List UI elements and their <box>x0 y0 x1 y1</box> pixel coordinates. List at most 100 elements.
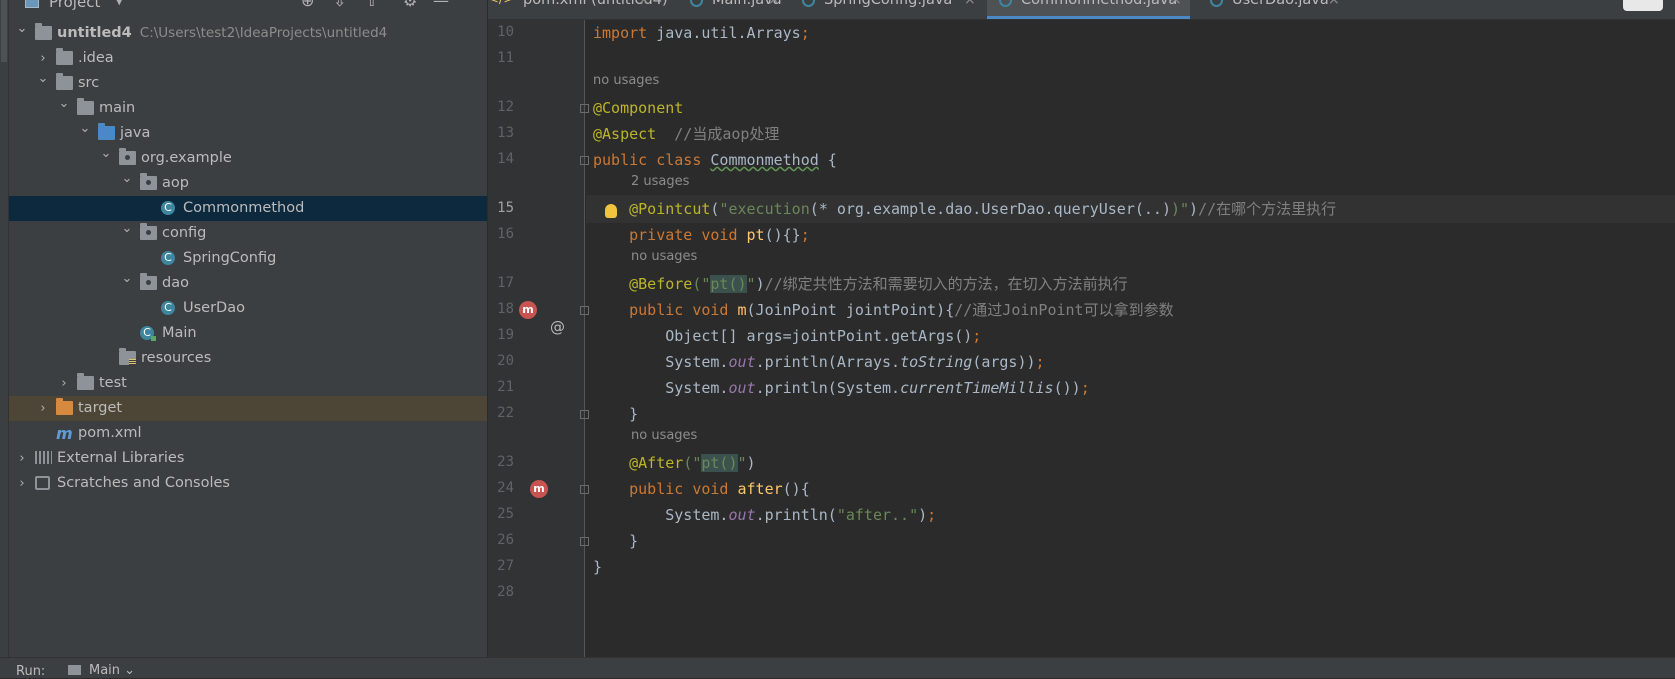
fold-icon[interactable] <box>580 156 589 165</box>
tree-item-dao[interactable]: ⌄ dao <box>9 271 487 296</box>
left-tool-strip <box>0 0 9 657</box>
tab-main-java[interactable]: Main.java × <box>678 0 788 19</box>
tab-pom-xml-untitled4-[interactable]: </>pom.xml (untitled4)× <box>488 0 668 19</box>
expand-all-icon[interactable]: ⇩ <box>333 0 346 10</box>
fold-icon[interactable] <box>580 306 589 315</box>
tree-item-resources[interactable]: resources <box>9 346 487 371</box>
tab-userdao-java[interactable]: UserDao.java × <box>1198 0 1348 19</box>
tree-item-springconfig[interactable]: C SpringConfig <box>9 246 487 271</box>
code-token: ; <box>1080 379 1090 397</box>
tree-item-main[interactable]: C Main <box>9 321 487 346</box>
code-token: out <box>728 379 756 397</box>
close-icon[interactable]: × <box>638 0 650 8</box>
code-line: public class Commonmethod { <box>593 147 837 174</box>
editor-gutter: 10 11 12 13 14 15 16 17 18 19 20 21 22 23 24 25 26 27 28 <box>488 20 585 657</box>
tree-item-java[interactable]: ⌄ java <box>9 121 487 146</box>
code-token: (" <box>683 454 702 472</box>
code-vision-hint[interactable]: no usages <box>593 73 659 88</box>
scratches-icon <box>35 476 50 490</box>
fold-icon[interactable] <box>580 485 589 494</box>
gear-icon[interactable]: ⚙ <box>403 0 417 10</box>
code-token: public class <box>593 151 711 169</box>
tree-item-test[interactable]: › test <box>9 371 487 396</box>
code-token: (* org.example.dao.UserDao.queryUser(..) <box>809 200 1171 218</box>
tree-item-text: .idea <box>78 50 114 66</box>
run-tab-label: Main <box>89 663 121 678</box>
tree-item-label: resources <box>141 346 211 371</box>
code-token: m <box>737 301 747 319</box>
code-editor[interactable]: import java.util.Arrays; no usages @Compon… <box>586 20 1675 657</box>
tree-item-pom-xml[interactable]: m pom.xml <box>9 421 487 446</box>
code-line: } <box>593 528 638 555</box>
lightbulb-icon[interactable] <box>605 204 617 218</box>
project-tool-button[interactable] <box>1 0 7 62</box>
project-panel: Project ▼ ⊕ ⇩ ⇧ ⚙ — ⌄ untitled4 C:\Users\t… <box>9 0 487 657</box>
line-number: 28 <box>497 584 514 600</box>
code-token: @Component <box>593 99 684 117</box>
chevron-down-icon[interactable]: ⌄ <box>57 91 71 116</box>
tree-item-scratches-and-consoles[interactable]: › Scratches and Consoles <box>9 471 487 496</box>
advice-marker-icon[interactable]: m <box>530 480 548 498</box>
tree-item-text: Scratches and Consoles <box>57 475 230 491</box>
chevron-down-icon[interactable]: ⌄ <box>99 141 113 166</box>
tree-item-text: resources <box>141 350 212 366</box>
code-line: import java.util.Arrays; <box>593 20 810 47</box>
fold-icon[interactable] <box>580 537 589 546</box>
tab-springconfig-java[interactable]: SpringConfig.java × <box>790 0 984 19</box>
code-vision-hint[interactable]: no usages <box>631 249 697 264</box>
package-icon <box>140 223 157 240</box>
chevron-down-icon[interactable]: ⌄ <box>78 116 92 141</box>
code-token: currentTimeMillis <box>900 379 1054 397</box>
tree-item-aop[interactable]: ⌄ aop <box>9 171 487 196</box>
chevron-down-icon[interactable]: ⌄ <box>15 16 29 41</box>
tree-item-text: test <box>99 375 127 391</box>
line-number: 18 <box>497 301 514 317</box>
code-token: ; <box>1035 353 1045 371</box>
fold-icon[interactable] <box>580 104 589 113</box>
code-vision-hint[interactable]: 2 usages <box>631 174 689 189</box>
advice-marker-icon[interactable]: m <box>519 301 537 319</box>
close-icon[interactable]: × <box>964 0 976 8</box>
class-icon: C <box>161 201 175 215</box>
locate-icon[interactable]: ⊕ <box>301 0 314 10</box>
project-path: C:\Users\test2\IdeaProjects\untitled4 <box>139 25 388 41</box>
tree-item-org-example[interactable]: ⌄ org.example <box>9 146 487 171</box>
class-icon <box>1210 0 1223 7</box>
close-icon[interactable]: × <box>768 0 780 8</box>
tree-item-userdao[interactable]: C UserDao <box>9 296 487 321</box>
collapse-all-icon[interactable]: ⇧ <box>365 0 378 10</box>
implements-at-icon[interactable]: @ <box>550 318 565 336</box>
chevron-right-icon[interactable]: › <box>15 471 29 496</box>
tree-item-src[interactable]: ⌄ src <box>9 71 487 96</box>
tree-item-target[interactable]: › target <box>9 396 487 421</box>
chevron-down-icon[interactable]: ⌄ <box>120 266 134 291</box>
run-tab-main[interactable]: Main ⌄ <box>68 663 135 678</box>
chevron-down-icon[interactable]: ⌄ <box>120 216 134 241</box>
close-icon[interactable]: × <box>1328 0 1340 8</box>
tree-item--idea[interactable]: › .idea <box>9 46 487 71</box>
tree-item-commonmethod[interactable]: C Commonmethod <box>9 196 487 221</box>
tab-commonmethod-java[interactable]: Commonmethod.java × <box>987 0 1190 19</box>
tree-item-external-libraries[interactable]: › External Libraries <box>9 446 487 471</box>
project-panel-title[interactable]: Project <box>49 0 100 11</box>
chevron-right-icon[interactable]: › <box>15 446 29 471</box>
code-token: } <box>593 532 639 550</box>
close-icon[interactable]: × <box>1170 0 1182 8</box>
line-number: 13 <box>497 125 514 141</box>
chevron-right-icon[interactable]: › <box>57 371 71 396</box>
tree-item-label: test <box>99 371 127 396</box>
chevron-down-icon[interactable]: ▼ <box>115 0 123 7</box>
chevron-down-icon[interactable]: ⌄ <box>36 66 50 91</box>
tree-item-untitled4[interactable]: ⌄ untitled4 C:\Users\test2\IdeaProjects\un… <box>9 21 487 46</box>
notifications-corner[interactable] <box>1623 0 1663 11</box>
chevron-down-icon[interactable]: ⌄ <box>120 166 134 191</box>
tree-item-config[interactable]: ⌄ config <box>9 221 487 246</box>
code-line: System.out.println("after.."); <box>593 502 936 529</box>
minimize-icon[interactable]: — <box>433 0 449 10</box>
code-line: } <box>593 554 602 581</box>
fold-icon[interactable] <box>580 410 589 419</box>
tree-item-label: Main <box>162 321 197 346</box>
code-vision-hint[interactable]: no usages <box>631 428 697 443</box>
chevron-right-icon[interactable]: › <box>36 396 50 421</box>
